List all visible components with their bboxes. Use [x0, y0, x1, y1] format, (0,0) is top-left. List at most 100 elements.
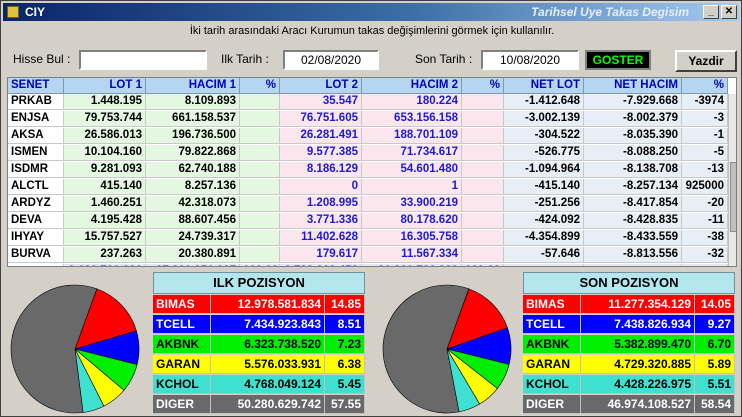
cell-col-2: 42.318.073 — [146, 196, 240, 212]
position-row[interactable]: KCHOL 4.428.226.975 5.51 — [523, 375, 735, 394]
cell-col-9 — [682, 264, 728, 266]
position-pct: 5.45 — [325, 375, 365, 394]
cell-col-6: % — [462, 78, 504, 94]
position-row[interactable]: BIMAS 12.978.581.834 14.85 — [153, 295, 365, 314]
window-title: CIY — [25, 5, 46, 19]
cell-col-2: 196.736.500 — [146, 128, 240, 144]
table-row[interactable]: DEVA 4.195.428 88.607.456 3.771.336 80.178.6… — [8, 213, 736, 229]
cell-col-1: 9.090.706.296 — [64, 264, 146, 266]
table-row[interactable]: ARDYZ 1.460.251 42.318.073 1.208.995 33.900.… — [8, 196, 736, 212]
cell-col-4: 8.186.129 — [280, 162, 362, 178]
cell-col-0: AKSA — [8, 128, 64, 144]
cell-col-7: -424.092 — [504, 213, 584, 229]
position-name: DIGER — [153, 395, 211, 414]
close-icon[interactable]: ✕ — [721, 5, 737, 19]
cell-col-3 — [240, 213, 280, 229]
position-value: 4.428.226.975 — [581, 375, 695, 394]
hisse-label: Hisse Bul : — [13, 52, 71, 66]
cell-col-9: -32 — [682, 247, 728, 263]
minimize-icon[interactable]: _ — [703, 5, 719, 19]
cell-col-2: 88.607.456 — [146, 213, 240, 229]
cell-col-3: 100,00 — [240, 264, 280, 266]
cell-col-3 — [240, 111, 280, 127]
cell-col-5: 80.178.620 — [362, 213, 462, 229]
cell-col-0: DEVA — [8, 213, 64, 229]
table-row[interactable]: BURVA 237.263 20.380.891 179.617 11.567.334 -… — [8, 247, 736, 263]
position-name: GARAN — [523, 355, 581, 374]
cell-col-9: % — [682, 78, 728, 94]
cell-col-4: 1.208.995 — [280, 196, 362, 212]
title-bar[interactable]: CIY Tarihsel Uye Takas Degisim _ ✕ — [3, 3, 739, 21]
cell-col-9: -3974 — [682, 94, 728, 110]
cell-col-2: 79.822.868 — [146, 145, 240, 161]
position-row[interactable]: DIGER 46.974.108.527 58.54 — [523, 395, 735, 414]
position-row[interactable]: BIMAS 11.277.354.129 14.05 — [523, 295, 735, 314]
app-window: CIY Tarihsel Uye Takas Degisim _ ✕ İki t… — [0, 0, 742, 417]
position-row[interactable]: GARAN 5.576.033.931 6.38 — [153, 355, 365, 374]
position-row[interactable]: AKBNK 6.323.738.520 7.23 — [153, 335, 365, 354]
cell-col-0: IHYAY — [8, 230, 64, 246]
cell-col-4: 3.771.336 — [280, 213, 362, 229]
table-row[interactable]: ENJSA 79.753.744 661.158.537 76.751.605 653.… — [8, 111, 736, 127]
cell-col-8: -8.417.854 — [584, 196, 682, 212]
cell-col-4: 76.751.605 — [280, 111, 362, 127]
son-tarih-input[interactable]: 10/08/2020 — [481, 50, 579, 70]
position-value: 7.434.923.843 — [211, 315, 325, 334]
position-row[interactable]: TCELL 7.438.826.934 9.27 — [523, 315, 735, 334]
cell-col-2: 8.109.893 — [146, 94, 240, 110]
position-value: 4.768.049.124 — [211, 375, 325, 394]
hisse-input[interactable] — [79, 50, 207, 70]
position-row[interactable]: KCHOL 4.768.049.124 5.45 — [153, 375, 365, 394]
position-pct: 6.38 — [325, 355, 365, 374]
table-totals-row[interactable]: 9.090.706.29687.361.956.997100,003.792.2… — [8, 264, 736, 266]
cell-col-5: 54.601.480 — [362, 162, 462, 178]
cell-col-8: -8.813.556 — [584, 247, 682, 263]
cell-col-7: NET LOT — [504, 78, 584, 94]
table-row[interactable]: IHYAY 15.757.527 24.739.317 11.402.628 16.30… — [8, 230, 736, 246]
cell-col-7: -57.646 — [504, 247, 584, 263]
cell-col-9: 925000 — [682, 179, 728, 195]
position-pct: 8.51 — [325, 315, 365, 334]
cell-col-3 — [240, 94, 280, 110]
cell-col-1: 1.448.195 — [64, 94, 146, 110]
cell-col-7 — [504, 264, 584, 266]
cell-col-8 — [584, 264, 682, 266]
cell-col-7: -304.522 — [504, 128, 584, 144]
cell-col-0: BURVA — [8, 247, 64, 263]
cell-col-7: -1.094.964 — [504, 162, 584, 178]
position-pct: 57.55 — [325, 395, 365, 414]
yazdir-button[interactable]: Yazdir — [675, 50, 737, 72]
cell-col-2: 62.740.188 — [146, 162, 240, 178]
takas-table[interactable]: SENET LOT 1 HACIM 1% LOT 2 HACIM 2% NET LOT NE… — [7, 77, 737, 267]
ilk-tarih-input[interactable]: 02/08/2020 — [283, 50, 379, 70]
cell-col-7: -3.002.139 — [504, 111, 584, 127]
position-row[interactable]: AKBNK 5.382.899.470 6.70 — [523, 335, 735, 354]
position-value: 7.438.826.934 — [581, 315, 695, 334]
table-header[interactable]: SENET LOT 1 HACIM 1% LOT 2 HACIM 2% NET LOT NE… — [8, 78, 736, 94]
cell-col-4: LOT 2 — [280, 78, 362, 94]
position-row[interactable]: GARAN 4.729.320.885 5.89 — [523, 355, 735, 374]
cell-col-0: ISDMR — [8, 162, 64, 178]
position-pct: 5.89 — [695, 355, 735, 374]
position-pct: 14.85 — [325, 295, 365, 314]
cell-col-3 — [240, 230, 280, 246]
position-pct: 7.23 — [325, 335, 365, 354]
cell-col-1: 79.753.744 — [64, 111, 146, 127]
table-row[interactable]: ISMEN 10.104.160 79.822.868 9.577.385 71.734… — [8, 145, 736, 161]
cell-col-6 — [462, 94, 504, 110]
table-row[interactable]: ISDMR 9.281.093 62.740.188 8.186.129 54.601.… — [8, 162, 736, 178]
cell-col-1: 4.195.428 — [64, 213, 146, 229]
cell-col-0: ALCTL — [8, 179, 64, 195]
position-row[interactable]: DIGER 50.280.629.742 57.55 — [153, 395, 365, 414]
goster-button[interactable]: GOSTER — [585, 50, 651, 70]
table-row[interactable]: PRKAB 1.448.195 8.109.893 35.547 180.224 -1.4… — [8, 94, 736, 110]
cell-col-1: 9.281.093 — [64, 162, 146, 178]
cell-col-5: 188.701.109 — [362, 128, 462, 144]
cell-col-3 — [240, 162, 280, 178]
table-row[interactable]: AKSA 26.586.013 196.736.500 26.281.491 188.7… — [8, 128, 736, 144]
cell-col-0 — [8, 264, 64, 266]
table-row[interactable]: ALCTL 415.140 8.257.136 0 1 -415.140 -8.257.13… — [8, 179, 736, 195]
position-row[interactable]: TCELL 7.434.923.843 8.51 — [153, 315, 365, 334]
cell-col-7: -4.354.899 — [504, 230, 584, 246]
cell-col-4: 0 — [280, 179, 362, 195]
